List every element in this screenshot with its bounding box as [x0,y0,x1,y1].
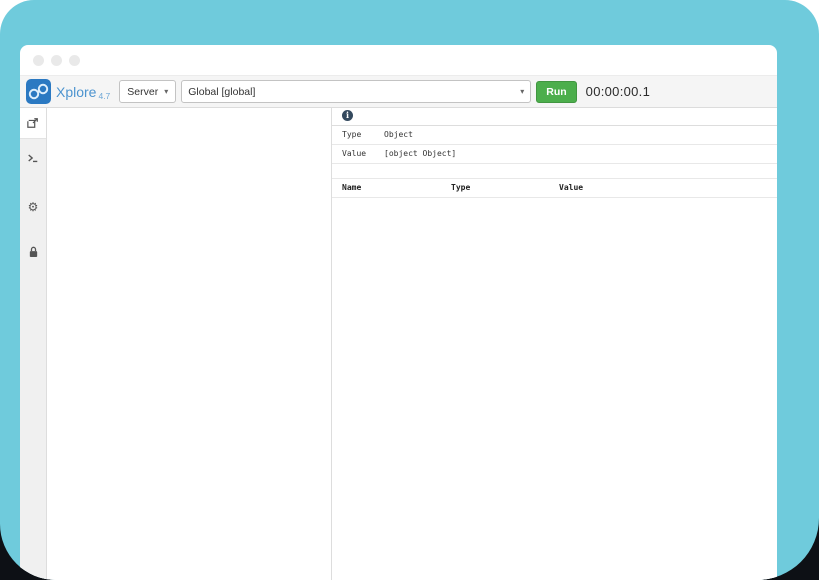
window-traffic-lights [16,12,65,23]
minimize-window-button[interactable] [35,12,46,23]
chevron-down-icon: ▾ [520,88,524,96]
results-table-header: Name Type Value [332,179,777,198]
browser-mockup-frame: Xplore 4.7 Server ▾ Global [global] ▾ Ru… [0,0,819,580]
xplore-logo-icon [26,79,51,104]
run-button[interactable]: Run [536,81,576,103]
maximize-window-button[interactable] [54,12,65,23]
app-window: Xplore 4.7 Server ▾ Global [global] ▾ Ru… [20,45,777,580]
result-value-value: [object Object] [384,149,769,159]
toolbar: Xplore 4.7 Server ▾ Global [global] ▾ Ru… [20,75,777,108]
result-type-label: Type [342,130,384,140]
info-icon[interactable]: i [342,110,353,121]
icon-rail: ⚙ [20,108,47,580]
result-type-row: Type Object [332,126,777,145]
col-header-value: Value [559,183,769,193]
rail-tab-active[interactable] [20,108,46,139]
close-window-button[interactable] [16,12,27,23]
terminal-icon[interactable] [27,151,39,169]
code-editor[interactable] [47,108,331,580]
col-header-type: Type [451,183,559,193]
server-dropdown[interactable]: Server ▾ [119,80,176,103]
lock-icon[interactable] [28,245,39,263]
app-name: Xplore [56,84,96,100]
main-split: ⚙ i Type Object Value [20,108,777,580]
result-value-label: Value [342,149,384,159]
execution-timer: 00:00:00.1 [586,84,650,99]
window-dot [33,55,44,66]
inner-window-dots [20,45,777,75]
window-dot [51,55,62,66]
result-type-value: Object [384,130,769,140]
type-filter-bar [332,164,777,179]
server-dropdown-label: Server [127,86,158,98]
app-version: 4.7 [98,91,110,101]
col-header-name: Name [342,183,451,193]
settings-gear-icon[interactable]: ⚙ [28,201,39,213]
output-tabbar: i [332,108,777,126]
result-value-row: Value [object Object] [332,145,777,164]
scope-value: Global [global] [188,86,255,98]
window-dot [69,55,80,66]
open-in-new-icon[interactable] [27,117,39,129]
output-panel: i Type Object Value [object Object] Name… [331,108,777,580]
chevron-down-icon: ▾ [164,88,168,96]
scope-combobox[interactable]: Global [global] ▾ [181,80,531,103]
app-title: Xplore 4.7 [56,84,110,100]
